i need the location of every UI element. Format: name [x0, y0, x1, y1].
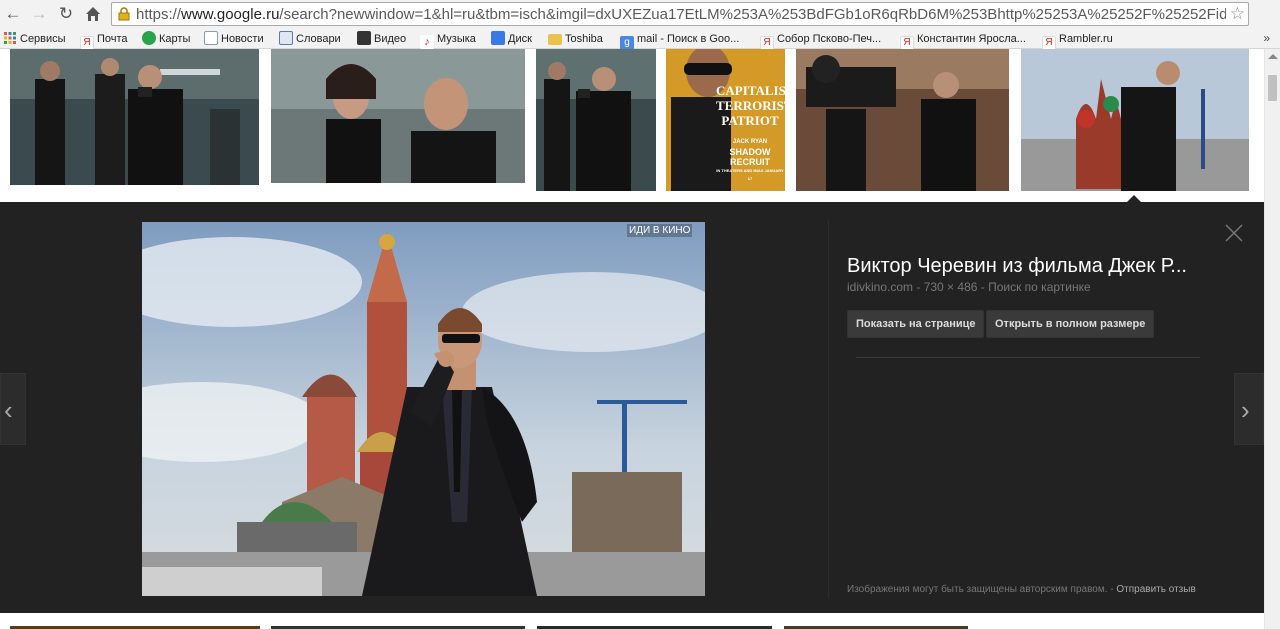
- bookmark-disk[interactable]: Диск: [491, 31, 532, 47]
- reload-icon[interactable]: ↻: [55, 3, 77, 25]
- copyright-note: Изображения могут быть защищены авторски…: [847, 584, 1196, 595]
- bookmark-dictionaries[interactable]: Словари: [279, 31, 341, 47]
- thumbnail-aiming[interactable]: [536, 49, 656, 191]
- next-image-button[interactable]: ›: [1234, 373, 1264, 445]
- page-scrollbar[interactable]: [1264, 49, 1280, 629]
- thumbnail-agents[interactable]: [10, 49, 259, 185]
- scroll-thumb[interactable]: [1268, 75, 1277, 101]
- chevron-left-icon: ‹: [4, 395, 13, 425]
- visit-page-button[interactable]: Показать на странице: [847, 310, 985, 338]
- bookmark-rambler[interactable]: Я Rambler.ru: [1042, 31, 1113, 50]
- yandex-icon: Я: [760, 36, 774, 50]
- bookmark-sobor[interactable]: Я Собор Псково-Печ...: [760, 31, 881, 50]
- bookmarks-overflow-button[interactable]: »: [1263, 31, 1270, 45]
- image-dimensions: 730 × 486: [923, 280, 978, 294]
- thumbnail-woman-man[interactable]: [271, 49, 525, 183]
- folder-icon: [548, 34, 562, 45]
- view-full-size-button[interactable]: Открыть в полном размере: [986, 310, 1155, 338]
- bookmark-konstantin[interactable]: Я Константин Яросла...: [900, 31, 1026, 50]
- url-text: https://www.google.ru/search?newwindow=1…: [136, 6, 1226, 23]
- page-icon: [204, 31, 218, 45]
- forward-icon[interactable]: →: [28, 3, 50, 25]
- bookmark-mail[interactable]: Я Почта: [80, 31, 128, 50]
- bookmark-star-icon[interactable]: ☆: [1230, 4, 1245, 24]
- prev-image-button[interactable]: ‹: [0, 373, 26, 445]
- image-results-row: CAPITALIST TERRORIST PATRIOT JACK RYAN S…: [0, 49, 1264, 202]
- close-icon[interactable]: [1223, 222, 1245, 244]
- bookmarks-bar: Сервисы Я Почта Карты Новости Словари Вид…: [0, 29, 1280, 50]
- bookmark-services[interactable]: Сервисы: [3, 31, 66, 47]
- maps-icon: [142, 31, 156, 45]
- feedback-link[interactable]: Отправить отзыв: [1116, 584, 1195, 595]
- bookmark-maps[interactable]: Карты: [142, 31, 190, 47]
- image-meta: idivkino.com - 730 × 486 - Поиск по карт…: [847, 280, 1091, 294]
- poster-text: CAPITALIST TERRORIST PATRIOT JACK RYAN S…: [716, 83, 785, 181]
- disk-icon: [491, 31, 505, 45]
- bookmark-google-mail[interactable]: g mail - Поиск в Goo...: [620, 31, 739, 50]
- apps-grid-icon: [4, 32, 16, 44]
- thumbnail-red-square[interactable]: [1021, 49, 1249, 191]
- thumbnail-poster[interactable]: CAPITALIST TERRORIST PATRIOT JACK RYAN S…: [666, 49, 785, 191]
- preview-image[interactable]: [142, 222, 705, 596]
- image-watermark: ИДИ В КИНО: [627, 224, 693, 237]
- music-icon: ♪: [420, 35, 434, 49]
- info-divider: [856, 357, 1200, 358]
- browser-toolbar: ← → ↻ https://www.google.ru/search?newwi…: [0, 0, 1280, 29]
- thumbnail-director[interactable]: [796, 49, 1009, 191]
- yandex-icon: Я: [1042, 36, 1056, 50]
- video-icon: [357, 31, 371, 45]
- next-results-row: [0, 613, 1264, 629]
- lock-icon: [118, 7, 130, 21]
- google-icon: g: [620, 36, 634, 50]
- panel-divider: [828, 220, 829, 598]
- search-by-image-link[interactable]: Поиск по картинке: [988, 280, 1091, 294]
- bookmark-news[interactable]: Новости: [204, 31, 264, 47]
- address-bar[interactable]: https://www.google.ru/search?newwindow=1…: [111, 2, 1249, 26]
- home-icon[interactable]: [82, 3, 104, 25]
- yandex-icon: Я: [80, 36, 94, 50]
- chevron-right-icon: ›: [1241, 395, 1250, 425]
- back-icon[interactable]: ←: [2, 3, 24, 25]
- bookmark-video[interactable]: Видео: [357, 31, 406, 47]
- yandex-icon: Я: [900, 36, 914, 50]
- bookmark-music[interactable]: ♪ Музыка: [420, 31, 476, 49]
- source-link[interactable]: idivkino.com: [847, 280, 913, 294]
- image-preview-panel: ‹ ИДИ В КИНО Виктор Черевин из фильма Дж…: [0, 202, 1264, 613]
- bookmark-toshiba[interactable]: Toshiba: [548, 31, 603, 47]
- scroll-up-icon[interactable]: [1268, 54, 1278, 59]
- image-title[interactable]: Виктор Черевин из фильма Джек Р...: [847, 255, 1187, 278]
- page-icon: [279, 31, 293, 45]
